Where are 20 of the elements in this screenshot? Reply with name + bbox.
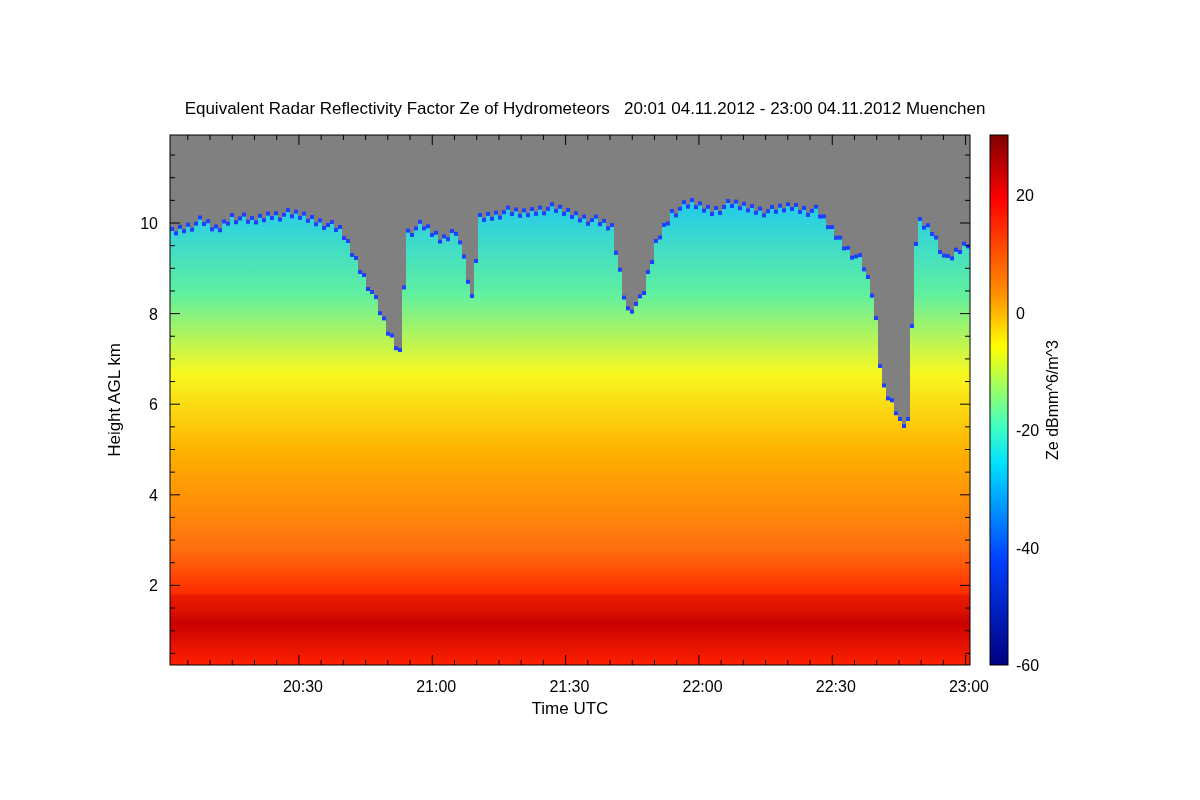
x-tick-label: 21:00 xyxy=(416,678,457,695)
y-tick-label: 2 xyxy=(149,577,158,595)
y-tick-label: 6 xyxy=(149,396,158,414)
y-tick-label: 10 xyxy=(140,215,158,232)
colorbar-tick-label: 0 xyxy=(1016,304,1025,322)
colorbar-label: Ze dBmm^6/m^3 xyxy=(1044,340,1061,460)
colorbar-tick-label: -20 xyxy=(1016,422,1040,439)
y-axis-label: Height AGL km xyxy=(105,343,124,457)
x-tick-label: 22:30 xyxy=(815,678,856,695)
y-tick-label: 8 xyxy=(149,305,158,323)
y-tick-label: 4 xyxy=(149,486,158,504)
x-tick-label: 22:00 xyxy=(682,678,723,695)
x-tick-label: 23:00 xyxy=(949,678,989,695)
colorbar-tick-label: 20 xyxy=(1016,187,1034,204)
x-tick-label: 21:30 xyxy=(549,678,590,695)
x-axis-label: Time UTC xyxy=(531,699,609,718)
chart-title: Equivalent Radar Reflectivity Factor Ze of Hydrometeors 20:01 04.11.2012 - 23:00 04.11.2012 Muenchen xyxy=(184,99,986,118)
colorbar-tick-label: -40 xyxy=(1016,539,1040,557)
colorbar-tick-label: -60 xyxy=(1016,657,1040,674)
x-tick-label: 20:30 xyxy=(283,678,323,695)
